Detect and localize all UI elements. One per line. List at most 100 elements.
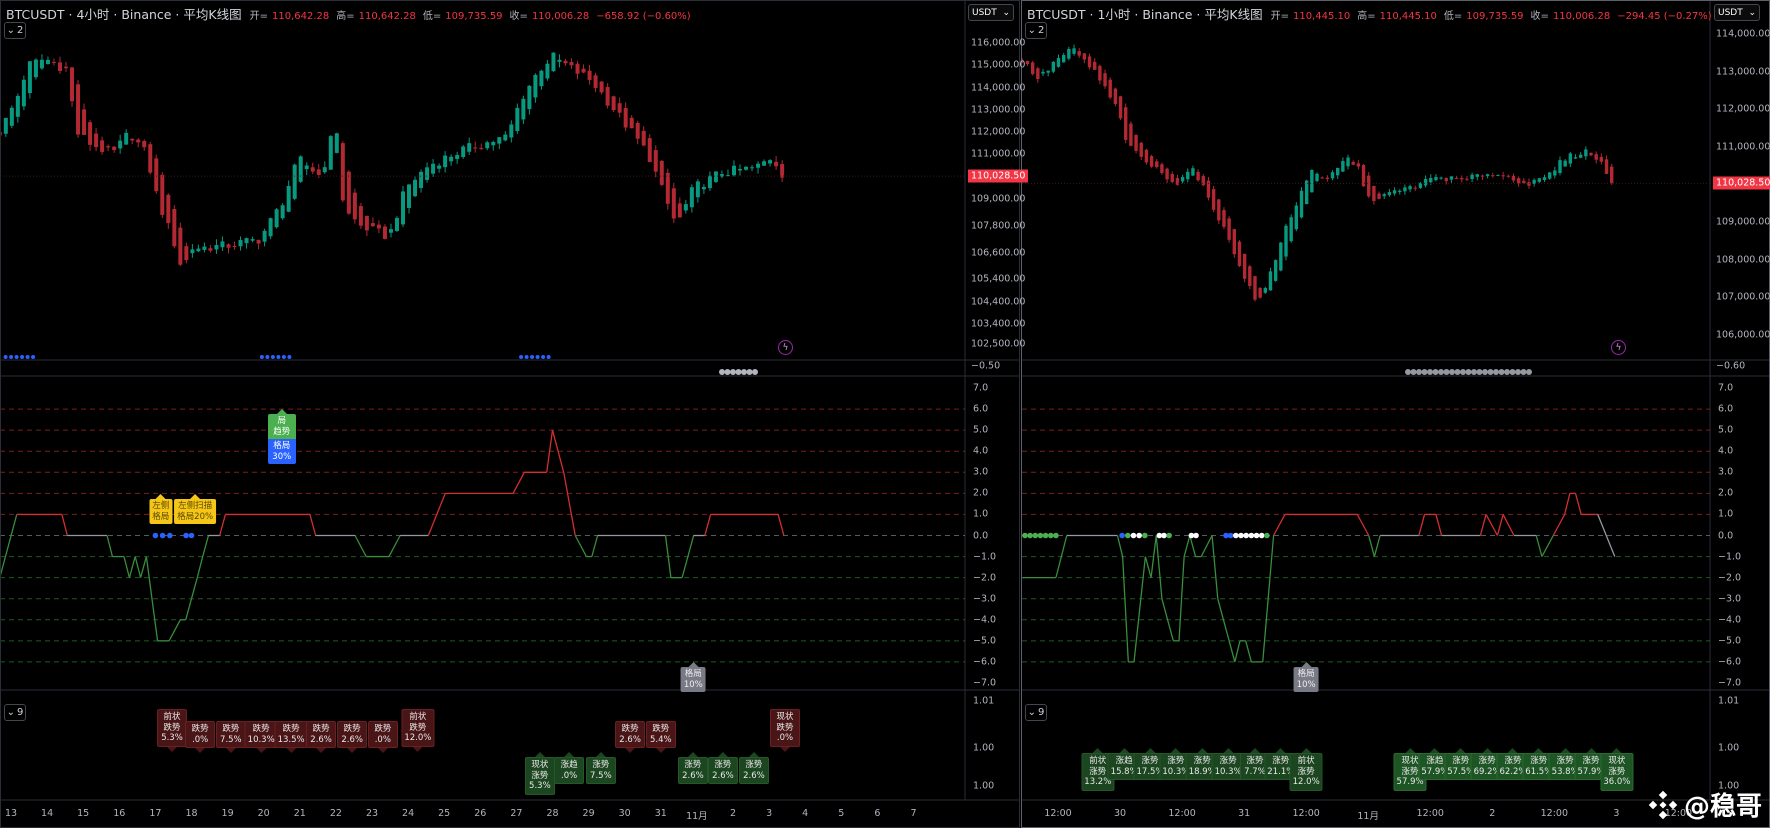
candle-body [1118,96,1123,119]
right-legend: BTCUSDT · 1小时 · Binance · 平均K线图 开= 110,44… [1027,4,1715,23]
trend-signal-label[interactable]: 现状 涨势 5.3% [524,752,555,795]
oscillator-line-segment [309,514,317,536]
right-lower-collapse-button[interactable]: ⌄ 9 [1025,704,1047,721]
trend-signal-label[interactable]: 跌势 5.4% [645,721,676,753]
label-line: 10% [683,679,703,690]
candle-body [419,171,424,189]
label-line: 跌势 [652,724,670,734]
candle-body [1558,160,1562,173]
pattern-percent-label: 格局 30% [267,439,296,464]
oscillator-line-segment [1245,640,1252,663]
lightning-icon[interactable]: ϟ [778,340,793,355]
candle-body [1460,178,1464,180]
lightning-icon[interactable]: ϟ [1611,340,1626,355]
oscillator-line-segment [1552,514,1566,536]
trend-signal-label[interactable]: 现状 跌势 .0% [769,709,800,751]
candle-body [1103,73,1107,87]
oscillator-signal-dot [167,532,173,539]
candle-body [1108,79,1112,98]
indicator-count: 9 [17,707,24,718]
time-axis-label: 30 [1113,808,1127,819]
left-lower-collapse-button[interactable]: ⌄ 9 [4,704,26,721]
oscillator-line-segment [1541,535,1554,557]
price-tick-label: 107,000.00 [1716,291,1770,303]
candle-body [15,95,20,117]
candle-body [509,124,514,138]
oscillator-line-segment [1262,535,1275,662]
trend-signal-label[interactable]: 跌势 2.6% [337,721,368,753]
candle-body [394,217,399,231]
label-line: 跌势 [343,724,361,734]
candle-body [1191,168,1195,176]
trend-signal-label[interactable]: 前状 跌势 5.3% [157,709,187,751]
oscillator-line-segment [354,535,367,557]
oscillator-line-segment [202,535,210,557]
trend-signal-label[interactable]: 涨势 2.6% [738,752,769,784]
candle-body [539,70,544,87]
right-symbol-title[interactable]: BTCUSDT · 1小时 · Binance · 平均K线图 [1027,4,1263,23]
trend-signal-label[interactable]: 涨趋 .0% [554,752,585,784]
candle-body [1170,173,1174,183]
trend-signal-label[interactable]: 前状 涨势 12.0% [1289,748,1323,791]
oscillator-label: 格局 10% [680,662,706,692]
watermark: @稳哥 [1648,786,1762,823]
candle-body [503,134,508,141]
candle-body [304,165,309,170]
oscillator-line-segment [1211,535,1219,599]
right-indicators-collapse-button[interactable]: ⌄ 2 [1025,22,1047,39]
left-symbol-title[interactable]: BTCUSDT · 4小时 · Binance · 平均K线图 [6,4,242,23]
oscillator-signal-dot [1130,532,1137,539]
left-currency-select[interactable]: USDT ⌄ [968,4,1014,21]
left-indicators-collapse-button[interactable]: ⌄ 2 [4,22,26,39]
trend-signal-label[interactable]: 跌势 .0% [367,721,398,753]
candle-body [1134,134,1138,151]
currency-label: USDT [1718,7,1743,18]
candle-body [593,75,598,88]
trend-signal-label[interactable]: 跌势 .0% [185,721,216,753]
trend-signal-label[interactable]: 前状 跌势 12.0% [401,709,435,751]
candle-body [280,205,285,219]
oscillator-tick-label: −7.0 [973,677,997,689]
oscillator-line-segment [219,514,227,536]
candle-body [521,98,526,120]
candle-body [256,239,261,244]
price-tick-label: 106,000.00 [1716,329,1770,341]
oscillator-line-segment [61,514,68,536]
label-line: 2.6% [682,770,704,781]
oscillator-line-segment [196,556,204,578]
oscillator-signal-dot [1027,532,1033,539]
trend-signal-label[interactable]: 涨势 2.6% [707,752,738,784]
candle-body [467,143,472,152]
candle-body [1501,175,1505,177]
candle-body [1403,187,1407,192]
trend-signal-label[interactable]: 涨势 2.6% [677,752,708,784]
trend-signal-label[interactable]: 跌势 2.6% [615,721,646,753]
trend-signal-label[interactable]: 跌势 10.3% [244,721,278,753]
signal-dot [287,355,292,359]
candle-body [286,185,291,212]
candle-body [1423,178,1428,186]
label-line: 涨势 [592,760,610,770]
oscillator-line-segment [1155,535,1163,599]
oscillator-line-segment [1373,535,1381,557]
oscillator-line-segment [1144,556,1152,578]
trend-signal-label[interactable]: 跌势 2.6% [306,721,337,753]
candle-body [1165,168,1169,180]
sub-axis-tick-label: −0.50 [971,360,1001,372]
trend-signal-label[interactable]: 现状 涨势 36.0% [1600,748,1634,791]
trend-signal-label[interactable]: 涨势 7.5% [585,752,616,784]
chart-canvas[interactable] [0,0,1770,828]
trend-signal-label[interactable]: 跌势 13.5% [274,721,308,753]
oscillator-line-segment [106,535,114,557]
candle-body [1610,166,1614,183]
candle-body [1041,71,1045,74]
trend-signal-label[interactable]: 跌势 7.5% [215,721,246,753]
time-axis-label: 11月 [686,811,708,822]
collapsed-marker-dot [1526,369,1532,375]
candle-body [76,84,81,135]
candle-body [599,81,604,93]
open-key: 开= [1270,11,1289,22]
collapsed-marker-dot [1465,369,1472,375]
right-currency-select[interactable]: USDT ⌄ [1714,4,1760,21]
low-value: 109,735.59 [1466,11,1524,22]
